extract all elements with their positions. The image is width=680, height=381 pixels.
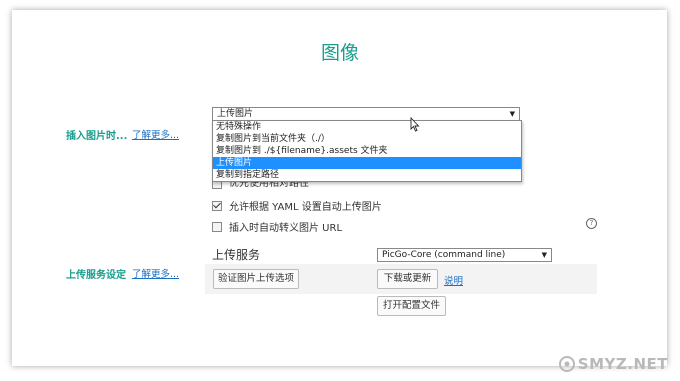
upload-service-label: 上传服务设定 [66,270,126,281]
chevron-down-icon: ▼ [509,110,515,118]
dropdown-option-upload-image[interactable]: 上传图片 [213,157,521,169]
page-title: 图像 [320,42,359,64]
auto-escape-url-checkbox[interactable] [212,221,222,232]
explain-link[interactable]: 说明 [444,273,463,287]
yaml-auto-upload-checkbox[interactable] [212,200,222,211]
dropdown-option-copy-to-assets-folder[interactable]: 复制图片到 ./${filename}.assets 文件夹 [213,145,521,157]
insert-image-learn-more-link[interactable]: 了解更多... [132,127,179,141]
insert-image-dropdown-list: 无特殊操作 复制图片到当前文件夹（./） 复制图片到 ./${filename}… [212,120,522,182]
watermark-brand: SMYZ.NET [577,355,668,373]
open-config-button[interactable]: 打开配置文件 [377,296,446,316]
mouse-cursor-icon [410,117,420,132]
insert-image-select[interactable]: 上传图片 ▼ [212,107,520,121]
upload-service-select-value: PicGo-Core (command line) [382,250,506,260]
dropdown-option-copy-to-path[interactable]: 复制到指定路径 [213,169,521,181]
dropdown-option-copy-to-current-folder[interactable]: 复制图片到当前文件夹（./） [213,133,521,145]
brand-logo-icon [558,356,575,372]
upload-service-learn-more-link[interactable]: 了解更多... [132,266,179,280]
insert-image-select-value: 上传图片 [217,109,254,119]
yaml-auto-upload-row[interactable]: 允许根据 YAML 设置自动上传图片 [212,198,382,213]
insert-image-label: 插入图片时... [66,131,128,142]
watermark: SMYZ.NET [556,355,668,373]
upload-service-title: 上传服务 [212,248,261,262]
upload-service-select[interactable]: PicGo-Core (command line) ▼ [377,248,552,262]
chevron-down-icon: ▼ [541,251,547,259]
yaml-auto-upload-label: 允许根据 YAML 设置自动上传图片 [229,202,382,213]
dropdown-option-no-action[interactable]: 无特殊操作 [213,121,521,133]
auto-escape-url-row[interactable]: 插入时自动转义图片 URL [212,219,342,234]
verify-upload-button[interactable]: 验证图片上传选项 [213,269,299,289]
download-update-button[interactable]: 下载或更新 [377,269,438,289]
auto-escape-url-label: 插入时自动转义图片 URL [229,223,343,234]
question-icon[interactable]: ? [586,218,597,229]
